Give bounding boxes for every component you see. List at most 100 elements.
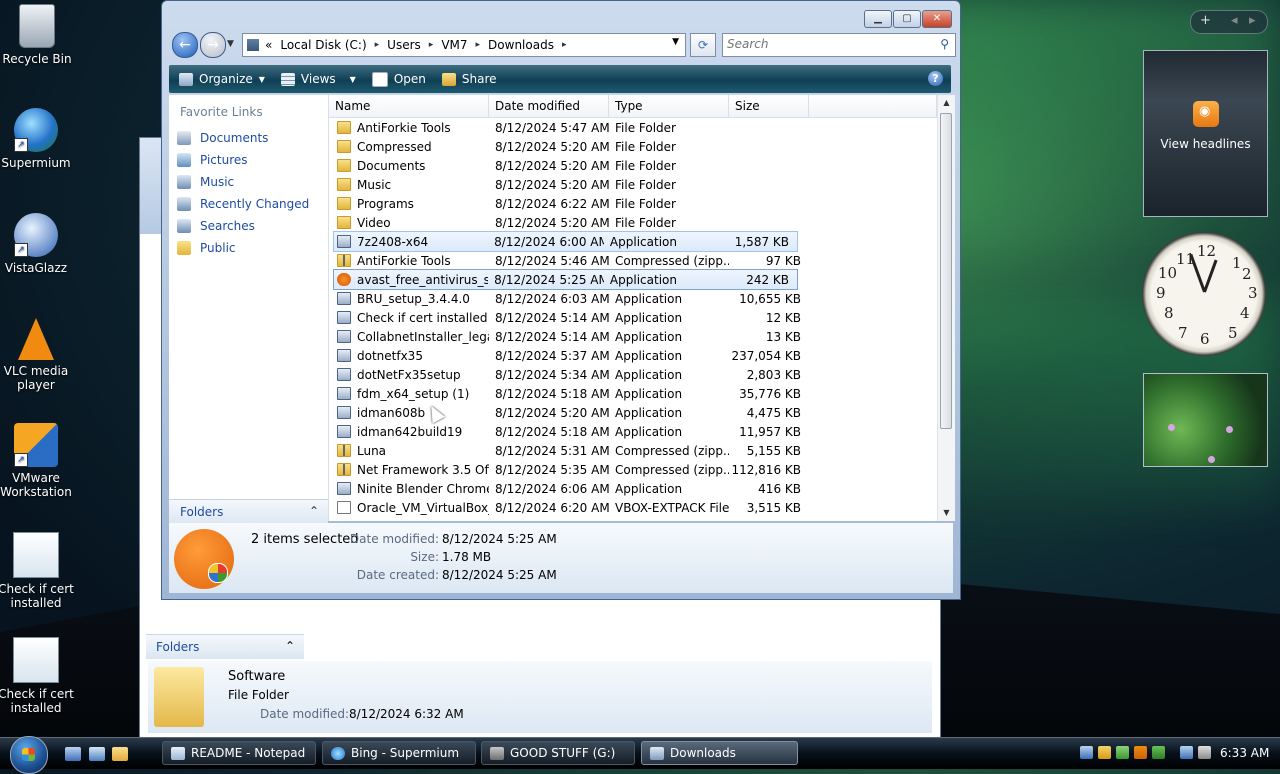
file-list[interactable]: Name Date modified Type Size AntiForkie … [329, 95, 937, 521]
breadcrumb-separator-icon[interactable]: ▸ [562, 40, 567, 50]
file-row[interactable]: Video 8/12/2024 5:20 AM File Folder [329, 213, 937, 232]
drive-icon [490, 746, 504, 760]
sidebar-item-public[interactable]: Public [169, 237, 328, 259]
breadcrumb-separator-icon[interactable]: ▸ [476, 40, 481, 50]
file-row[interactable]: Net Framework 3.5 Off... 8/12/2024 5:35 A… [329, 460, 937, 479]
refresh-button[interactable]: ⟳ [690, 33, 716, 57]
file-row[interactable]: dotNetFx35setup 8/12/2024 5:34 AM Applicat… [329, 365, 937, 384]
add-gadget-button[interactable]: + [1200, 13, 1211, 28]
start-button[interactable] [10, 736, 48, 774]
show-desktop-icon[interactable] [65, 747, 81, 761]
previous-gadget-button[interactable]: ◂ [1231, 13, 1238, 28]
task-downloads[interactable]: Downloads [641, 741, 798, 765]
column-header-name[interactable]: Name [329, 95, 489, 117]
scroll-thumb[interactable] [940, 113, 952, 429]
task-good-stuff-drive[interactable]: GOOD STUFF (G:) [481, 741, 635, 765]
scroll-down-icon[interactable]: ▼ [938, 505, 955, 521]
security-shield-icon[interactable] [1098, 746, 1111, 759]
search-input[interactable] [723, 34, 931, 54]
breadcrumb-local-disk[interactable]: Local Disk (C:) [280, 38, 366, 52]
recent-pages-dropdown[interactable]: ▼ [227, 39, 234, 49]
column-header-type[interactable]: Type [609, 95, 729, 117]
back-button[interactable]: ← [172, 32, 198, 58]
organize-button[interactable]: Organize ▼ [179, 72, 265, 86]
breadcrumb-separator-icon[interactable]: ▸ [429, 40, 434, 50]
file-row[interactable]: Programs 8/12/2024 6:22 AM File Folder [329, 194, 937, 213]
search-icon[interactable]: ⚲ [940, 37, 949, 51]
column-header-date[interactable]: Date modified [489, 95, 609, 117]
breadcrumb-downloads[interactable]: Downloads [488, 38, 554, 52]
file-row[interactable]: avast_free_antivirus_se... 8/12/2024 5:25… [333, 269, 798, 290]
file-row[interactable]: Documents 8/12/2024 5:20 AM File Folder [329, 156, 937, 175]
desktop-icon-vistaglazz[interactable]: ↗ VistaGlazz [0, 213, 76, 275]
file-row[interactable]: Oracle_VM_VirtualBox_... 8/12/2024 6:20 A… [329, 498, 937, 517]
address-overflow[interactable]: « [265, 38, 272, 52]
search-box[interactable]: ⚲ [722, 33, 956, 57]
feed-headlines-gadget[interactable]: View headlines [1143, 50, 1268, 217]
open-button[interactable]: Open [371, 71, 426, 87]
file-size-cell: 4,475 KB [746, 405, 801, 420]
task-bing-supermium[interactable]: Bing - Supermium [322, 741, 476, 765]
app-tray-icon[interactable] [1134, 746, 1147, 759]
desktop-icon-vlc[interactable]: VLC media player [0, 318, 76, 392]
file-row[interactable]: BRU_setup_3.4.4.0 8/12/2024 6:03 AM Applic… [329, 289, 937, 308]
share-button[interactable]: Share [441, 72, 497, 86]
maximize-button[interactable]: ▢ [893, 10, 921, 28]
breadcrumb-users[interactable]: Users [387, 38, 421, 52]
column-header-size[interactable]: Size [729, 95, 809, 117]
desktop-icon-vmware[interactable]: ↗ VMware Workstation [0, 423, 76, 499]
network-icon[interactable] [1080, 746, 1093, 759]
desktop-icon-check-cert-2[interactable]: Check if cert installed [0, 637, 76, 715]
help-icon[interactable]: ? [928, 71, 943, 86]
sidebar-item-pictures[interactable]: Pictures [169, 149, 328, 171]
desktop-icon-recycle-bin[interactable]: Recycle Bin [0, 4, 77, 66]
file-row[interactable]: AntiForkie Tools 8/12/2024 5:46 AM Compres… [329, 251, 937, 270]
scroll-up-icon[interactable]: ▲ [938, 95, 955, 111]
file-name: AntiForkie Tools [357, 120, 451, 135]
explorer-quicklaunch-icon[interactable] [112, 747, 128, 761]
file-row[interactable]: 7z2408-x64 8/12/2024 6:00 AM Application 1,… [333, 231, 798, 252]
next-gadget-button[interactable]: ▸ [1249, 13, 1256, 28]
explorer-window[interactable]: ▁ ▢ ✕ ← → ▼ « Local Disk (C:) ▸ Users ▸ … [161, 0, 961, 600]
task-readme-notepad[interactable]: README - Notepad [162, 741, 316, 765]
file-row[interactable]: Music 8/12/2024 5:20 AM File Folder [329, 175, 937, 194]
file-row[interactable]: Ninite Blender Chrome... 8/12/2024 6:06 A… [329, 479, 937, 498]
file-row[interactable]: idman608b 8/12/2024 5:20 AM Application 4,4… [329, 403, 937, 422]
views-button[interactable]: Views ▼ [280, 72, 356, 86]
windows-update-icon[interactable] [1116, 746, 1129, 759]
file-row[interactable]: AntiForkie Tools 8/12/2024 5:47 AM File Fo… [329, 118, 937, 137]
file-row[interactable]: fdm_x64_setup (1) 8/12/2024 5:18 AM Applic… [329, 384, 937, 403]
desktop-icon-supermium[interactable]: ↗ Supermium [0, 108, 76, 170]
file-row[interactable]: Check if cert installed 8/12/2024 5:14 AM… [329, 308, 937, 327]
vertical-scrollbar[interactable]: ▲ ▼ [937, 95, 955, 521]
chevron-up-icon[interactable]: ⌃ [309, 504, 319, 518]
file-row[interactable]: CollabnetInstaller_lega... 8/12/2024 5:14… [329, 327, 937, 346]
connection-icon[interactable] [1180, 746, 1193, 759]
slideshow-gadget[interactable] [1143, 373, 1268, 467]
forward-button[interactable]: → [200, 32, 226, 58]
breadcrumb-vm7[interactable]: VM7 [441, 38, 467, 52]
close-button[interactable]: ✕ [922, 10, 952, 28]
file-row[interactable]: Compressed 8/12/2024 5:20 AM File Folder [329, 137, 937, 156]
chevron-up-icon[interactable]: ⌃ [285, 639, 295, 653]
address-dropdown-icon[interactable]: ▼ [672, 37, 679, 47]
desktop-icon-check-cert-1[interactable]: Check if cert installed [0, 532, 76, 610]
taskbar-clock[interactable]: 6:33 AM [1220, 746, 1269, 760]
file-row[interactable]: Luna 8/12/2024 5:31 AM Compressed (zipp...… [329, 441, 937, 460]
view-headlines-label[interactable]: View headlines [1144, 137, 1267, 151]
address-bar[interactable]: « Local Disk (C:) ▸ Users ▸ VM7 ▸ Downlo… [242, 33, 686, 57]
sidebar-item-recently-changed[interactable]: Recently Changed [169, 193, 328, 215]
file-name-cell: dotnetfx35 [329, 349, 489, 363]
sidebar-item-documents[interactable]: Documents [169, 127, 328, 149]
minimize-button[interactable]: ▁ [864, 10, 892, 28]
background-folders-bar[interactable]: Folders ⌃ [146, 634, 304, 659]
sidebar-item-searches[interactable]: Searches [169, 215, 328, 237]
switch-windows-icon[interactable] [89, 747, 105, 761]
volume-muted-icon[interactable] [1198, 746, 1211, 759]
folders-bar[interactable]: Folders ⌃ [169, 499, 328, 524]
file-row[interactable]: idman642build19 8/12/2024 5:18 AM Applicat… [329, 422, 937, 441]
file-row[interactable]: dotnetfx35 8/12/2024 5:37 AM Application 23… [329, 346, 937, 365]
breadcrumb-separator-icon[interactable]: ▸ [375, 40, 380, 50]
sidebar-item-music[interactable]: Music [169, 171, 328, 193]
checkmark-icon[interactable] [1152, 746, 1165, 759]
